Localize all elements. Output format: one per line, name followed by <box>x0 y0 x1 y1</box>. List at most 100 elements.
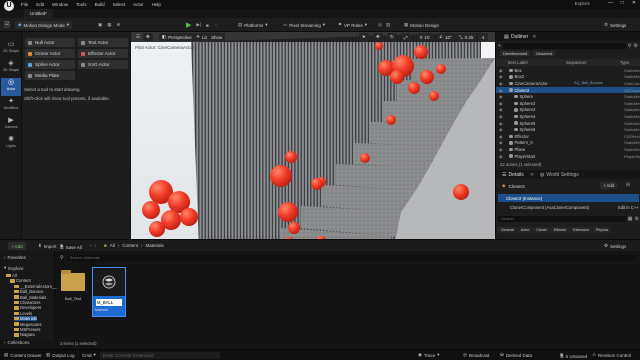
forward-icon[interactable]: › <box>95 243 97 248</box>
outliner-row[interactable]: ◉ Pattern_0 StaticMes <box>496 140 640 147</box>
null-actor-button[interactable]: Null Actor <box>25 38 75 47</box>
pixel-streaming-button[interactable]: ▭ Pixel Streaming ▾ <box>283 21 325 29</box>
outliner-row[interactable]: ◉ Cloner2 CEClone <box>496 86 640 94</box>
text-actor-button[interactable]: Text Actor <box>78 38 128 47</box>
filter-icon[interactable]: ⚲ <box>60 255 64 261</box>
menu-edit[interactable]: Edit <box>36 2 44 7</box>
folder-tree-item[interactable]: Characters <box>14 300 40 305</box>
folder-tree-item[interactable]: MSPresets <box>14 327 40 332</box>
rail-2d-shape[interactable]: ▭ 2D Shape <box>1 40 21 58</box>
rail-modifiers[interactable]: ✦ Modifiers <box>1 97 21 115</box>
folder-tree-item[interactable]: Niagara <box>14 332 35 337</box>
rail-actor[interactable]: ◎ Actor <box>1 78 21 96</box>
details-search-input[interactable]: Search <box>498 215 626 222</box>
visibility-icon[interactable]: ◉ <box>499 74 503 79</box>
derived-data-button[interactable]: ⛁ Derived Data <box>500 352 532 358</box>
platforms-button[interactable]: ▤ Platforms ▾ <box>238 21 268 29</box>
close-icon[interactable]: ✕ <box>530 172 534 178</box>
folder-tree-item[interactable]: Developers <box>14 305 41 310</box>
outliner-row[interactable]: ◉ Sphere StaticMes <box>496 93 640 100</box>
col-sequencer[interactable]: Sequencer <box>566 60 586 65</box>
outliner-row[interactable]: ◉ Box2 StaticMes <box>496 74 640 81</box>
cb-save-all-button[interactable]: 🗎 Save All <box>60 243 82 251</box>
select-toggle[interactable]: ➤ <box>359 33 369 41</box>
outliner-row[interactable]: ◉ CineCameraActor SQ_Ball_Bounce CineCam <box>496 80 640 87</box>
visibility-icon[interactable]: ◉ <box>499 81 503 86</box>
menu-window[interactable]: Window <box>52 2 68 7</box>
add-component-button[interactable]: + Add <box>600 182 618 189</box>
asset-tile-ball-test[interactable]: Ball_Test <box>58 267 88 309</box>
col-item-label[interactable]: Item Label <box>508 60 528 65</box>
level-viewport[interactable]: ☰ ✥ ◧ Perspective ☀ Lit Show ➤ ✥ ↻ ⤢ # 1… <box>131 32 495 270</box>
gear-icon[interactable]: ⚙ <box>634 43 638 49</box>
media-plate-button[interactable]: Media Plate <box>25 71 75 80</box>
menu-file[interactable]: File <box>21 2 28 7</box>
console-input[interactable]: Enter Console Command <box>100 352 220 359</box>
visibility-icon[interactable]: ◉ <box>499 107 503 112</box>
settings-button[interactable]: ⚙ Settings <box>604 21 626 29</box>
visibility-icon[interactable]: ◉ <box>499 134 503 139</box>
close-icon[interactable]: ✕ <box>632 0 636 6</box>
cloner-actor-button[interactable]: Cloner Actor <box>25 49 75 58</box>
visibility-icon[interactable]: ◉ <box>499 94 503 99</box>
edit-in-cpp-link[interactable]: Edit in C++ <box>618 205 639 210</box>
rotation-snap[interactable]: ∠ 10° <box>436 33 455 41</box>
effector-actor-button[interactable]: Effector Actor <box>78 49 128 58</box>
unsaved-button[interactable]: 🗎 6 Unsaved <box>560 352 587 360</box>
breadcrumb-all[interactable]: All <box>110 243 115 248</box>
broadcast-button[interactable]: ◎ Broadcast <box>463 352 489 358</box>
visibility-icon[interactable]: ◉ <box>499 101 503 106</box>
outliner-row[interactable]: ◉ Sphere5 StaticMes <box>496 120 640 127</box>
menu-tools[interactable]: Tools <box>76 2 87 7</box>
mode-dropdown[interactable]: ◆ Motion Design Mode ▾ <box>15 21 73 29</box>
menu-build[interactable]: Build <box>95 2 105 7</box>
visibility-icon[interactable]: ◉ <box>499 127 503 132</box>
grid-snap[interactable]: # 10 <box>417 33 433 41</box>
rotate-toggle[interactable]: ↻ <box>387 33 397 41</box>
document-tab[interactable]: Untitled* <box>24 9 54 18</box>
scale-toggle[interactable]: ⤢ <box>401 33 411 41</box>
play-icon[interactable]: ▶ <box>186 21 191 29</box>
play-step-icon[interactable]: ▶| <box>196 22 201 28</box>
filter-tab-unreferenced[interactable]: Unreferenced <box>500 51 531 56</box>
viewport-menu-icon[interactable]: ☰ <box>133 33 143 41</box>
cb-settings-button[interactable]: ⚙ Settings <box>604 243 626 249</box>
layout-icon[interactable]: ▥ <box>386 22 390 28</box>
save-icon[interactable]: 🗎 <box>4 21 10 29</box>
folder-tree-item[interactable]: Levels <box>14 311 32 316</box>
svg-actor-button[interactable]: SVG Actor <box>78 60 128 69</box>
visibility-icon[interactable]: ◉ <box>499 147 503 152</box>
breadcrumb-content[interactable]: Content <box>122 243 138 248</box>
outliner-search-input[interactable] <box>502 42 626 49</box>
menu-help[interactable]: Help <box>152 2 161 7</box>
grid-icon[interactable]: ▦ <box>107 22 111 28</box>
cb-search-input[interactable]: Search Materials <box>66 254 636 261</box>
asset-tile-material[interactable]: M_BALL Material <box>92 267 126 317</box>
cat-physics[interactable]: Physics <box>592 227 612 233</box>
cb-import-button[interactable]: ⬇ Import <box>38 243 57 249</box>
visibility-icon[interactable]: ◉ <box>499 140 503 145</box>
gear-icon[interactable]: ⚙ <box>635 216 639 222</box>
collections-header[interactable]: › Collections <box>4 340 30 345</box>
breadcrumb-materials[interactable]: Materials <box>146 243 164 248</box>
cmd-dropdown[interactable]: Cmd ▾ <box>82 352 96 358</box>
cat-extension[interactable]: Extension <box>570 227 592 233</box>
close-icon[interactable]: ✕ <box>532 34 536 40</box>
outliner-row[interactable]: ◉ PlayerStart PlayerStart <box>496 153 640 160</box>
more-options-icon[interactable]: ⋮ <box>214 22 219 28</box>
outliner-row[interactable]: ◉ Sphere4 StaticMes <box>496 113 640 120</box>
visibility-icon[interactable]: ◉ <box>499 114 503 119</box>
world-settings-tab[interactable]: ◍ World Settings <box>540 172 579 178</box>
visibility-icon[interactable]: ◉ <box>499 154 503 159</box>
col-type[interactable]: Type <box>620 60 629 65</box>
filter-icon[interactable]: ⚲ <box>628 43 632 49</box>
scale-snap[interactable]: ⤡ 0.25 <box>456 33 477 41</box>
folder-tree-item[interactable]: Ball_Bounce <box>14 289 44 294</box>
broadcast-icon[interactable]: ◎ <box>378 22 382 28</box>
visibility-icon[interactable]: ◉ <box>499 121 503 126</box>
revision-control-button[interactable]: ⚠ Revision Control <box>592 352 631 358</box>
vp-roles-button[interactable]: ⚑ VP Roles ▾ <box>338 21 367 29</box>
outliner-row[interactable]: ◉ Sphere6 StaticMes <box>496 126 640 133</box>
minimize-icon[interactable]: — <box>608 0 613 6</box>
perspective-button[interactable]: ◧ Perspective <box>159 33 195 41</box>
